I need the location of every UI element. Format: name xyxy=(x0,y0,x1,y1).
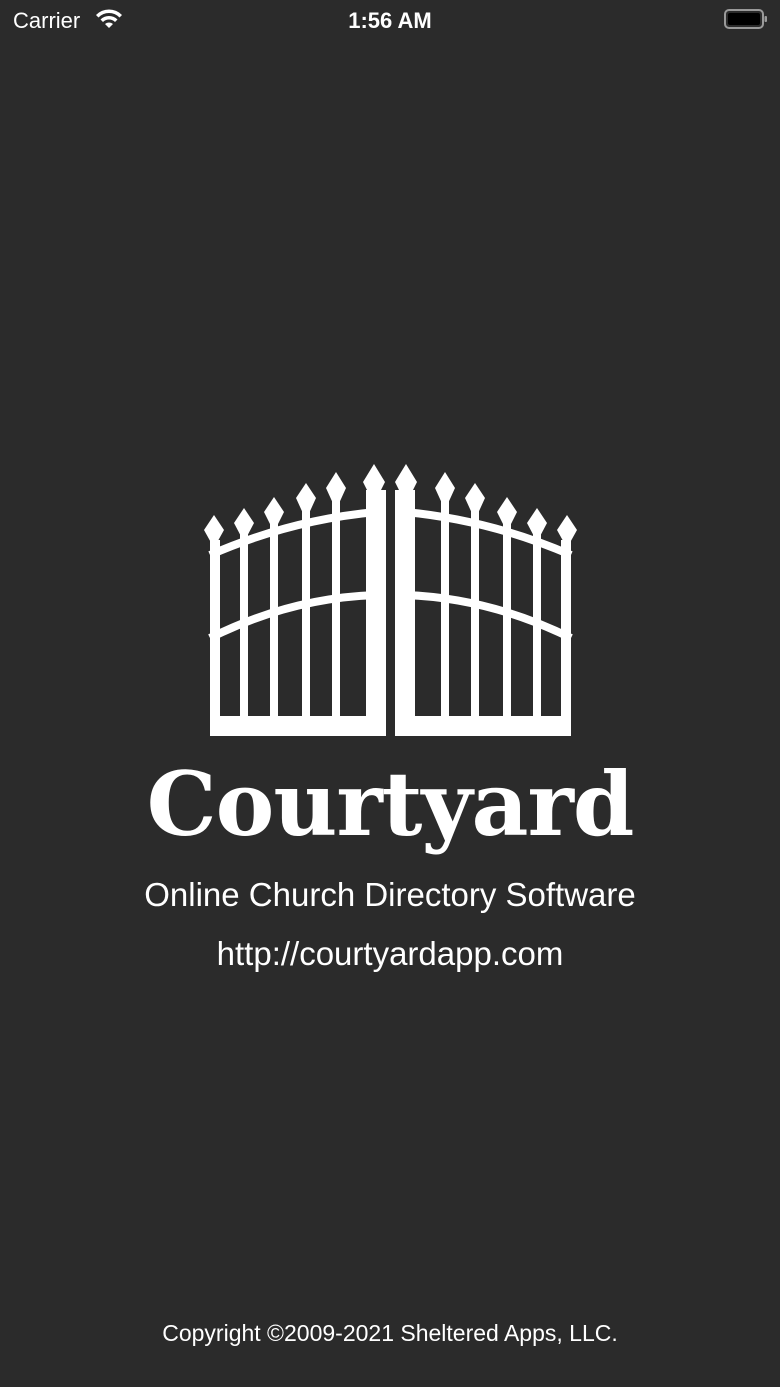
copyright-notice: Copyright ©2009-2021 Sheltered Apps, LLC… xyxy=(162,1320,618,1346)
gate-icon xyxy=(204,464,577,736)
website-link[interactable]: http://courtyardapp.com xyxy=(0,935,780,973)
app-title: Courtyard xyxy=(146,752,635,856)
status-bar: Carrier 1:56 AM xyxy=(0,0,780,40)
battery-icon xyxy=(724,9,767,29)
tagline: Online Church Directory Software xyxy=(144,876,636,913)
clock: 1:56 AM xyxy=(348,8,432,33)
